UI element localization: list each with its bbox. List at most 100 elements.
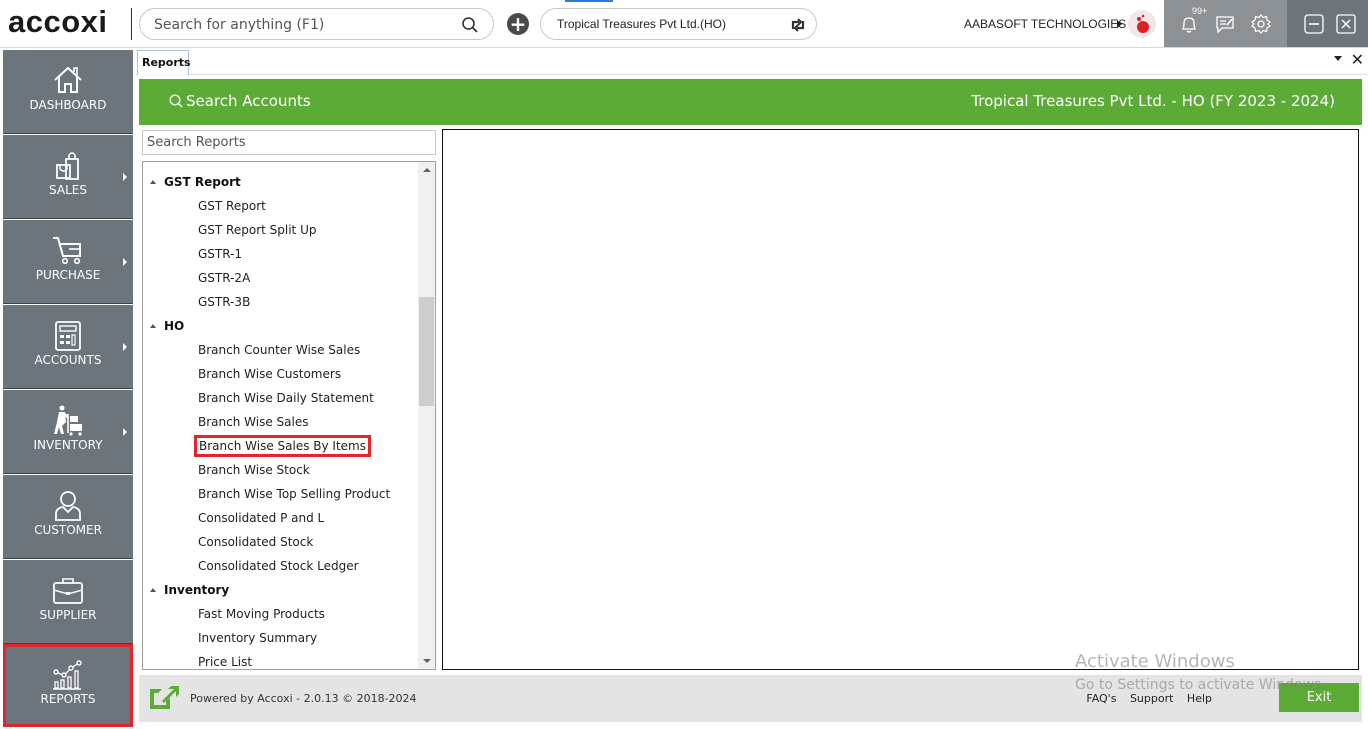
global-search-input[interactable] xyxy=(154,15,454,35)
tree-scrollbar[interactable] xyxy=(418,162,435,669)
list-item[interactable]: GSTR-2A xyxy=(143,266,419,290)
list-item-label: Branch Wise Sales xyxy=(198,415,309,429)
faq-link[interactable]: FAQ's xyxy=(1086,692,1116,705)
report-preview-area xyxy=(442,129,1359,670)
sidebar-item-dashboard[interactable]: DASHBOARD xyxy=(3,50,133,134)
list-item-label: GSTR-2A xyxy=(198,271,251,285)
search-reports-field[interactable] xyxy=(142,130,436,155)
sidebar-item-reports[interactable]: REPORTS xyxy=(3,644,133,727)
reports-tree-list: GST Report GST Report GST Report Split U… xyxy=(143,170,419,669)
scroll-down-icon[interactable] xyxy=(423,659,431,663)
list-item[interactable]: Branch Wise Top Selling Product xyxy=(143,482,419,506)
tab-bar: Reports xyxy=(136,48,1368,75)
list-item-label: Branch Wise Customers xyxy=(198,367,342,381)
list-item-label: Branch Wise Daily Statement xyxy=(198,391,374,405)
list-item[interactable]: Inventory Summary xyxy=(143,626,419,650)
list-item-label: Price List xyxy=(198,655,253,669)
logo-divider xyxy=(131,8,132,40)
sidebar-item-label: REPORTS xyxy=(40,692,96,706)
sidebar-item-label: DASHBOARD xyxy=(29,98,107,112)
global-search[interactable] xyxy=(139,8,494,40)
tree-group-ho[interactable]: HO xyxy=(143,314,419,338)
cart-icon xyxy=(53,237,81,265)
list-item-label: Fast Moving Products xyxy=(198,607,325,621)
collapse-caret-icon[interactable] xyxy=(150,180,156,184)
search-reports-input[interactable] xyxy=(143,131,435,154)
list-item[interactable]: Price List xyxy=(143,650,419,669)
windows-activation-hint: Go to Settings to activate Windows. xyxy=(1075,677,1326,693)
organization-name[interactable]: AABASOFT TECHNOLOGIES xyxy=(964,17,1126,31)
powered-by-text: Powered by Accoxi - 2.0.13 © 2018-2024 xyxy=(190,692,417,705)
search-icon xyxy=(169,94,183,108)
search-accounts-button[interactable]: Search Accounts xyxy=(169,92,311,110)
bell-icon[interactable] xyxy=(1178,13,1200,35)
list-item[interactable]: Branch Wise Customers xyxy=(143,362,419,386)
reports-panel: GST Report GST Report GST Report Split U… xyxy=(139,125,439,671)
list-item-label: Inventory Summary xyxy=(198,631,318,645)
list-item-label: Branch Wise Sales By Items xyxy=(194,435,371,457)
message-icon[interactable] xyxy=(1214,13,1236,35)
list-item[interactable]: Branch Wise Stock xyxy=(143,458,419,482)
close-icon[interactable] xyxy=(1335,13,1357,35)
inventory-worker-icon xyxy=(54,405,82,436)
list-item[interactable]: GSTR-3B xyxy=(143,290,419,314)
submenu-caret-icon xyxy=(123,258,127,266)
list-item-highlighted[interactable]: Branch Wise Sales By Items xyxy=(143,434,419,458)
calculator-icon xyxy=(55,321,81,351)
chart-icon xyxy=(53,660,82,690)
list-item[interactable]: GST Report Split Up xyxy=(143,218,419,242)
collapse-caret-icon[interactable] xyxy=(150,588,156,592)
list-item-label: Branch Wise Stock xyxy=(198,463,310,477)
tab-dropdown-icon[interactable] xyxy=(1334,56,1342,61)
group-label: HO xyxy=(164,319,185,333)
scroll-thumb[interactable] xyxy=(419,297,434,406)
list-item-label: GSTR-3B xyxy=(198,295,251,309)
list-item[interactable]: Branch Counter Wise Sales xyxy=(143,338,419,362)
list-item[interactable]: Branch Wise Daily Statement xyxy=(143,386,419,410)
sidebar-item-inventory[interactable]: INVENTORY xyxy=(3,390,133,474)
collapse-caret-icon[interactable] xyxy=(150,324,156,328)
avatar[interactable] xyxy=(1128,10,1156,38)
submenu-caret-icon xyxy=(123,343,127,351)
company-selector[interactable]: Tropical Treasures Pvt Ltd.(HO) xyxy=(540,8,817,40)
list-item-label: Branch Wise Top Selling Product xyxy=(198,487,391,501)
search-icon[interactable] xyxy=(461,16,479,34)
sidebar-item-accounts[interactable]: ACCOUNTS xyxy=(3,305,133,389)
search-accounts-label: Search Accounts xyxy=(186,92,311,110)
sidebar-item-label: ACCOUNTS xyxy=(34,353,102,367)
briefcase-icon xyxy=(53,578,83,604)
list-item[interactable]: Consolidated P and L xyxy=(143,506,419,530)
help-link[interactable]: Help xyxy=(1187,692,1212,705)
submenu-caret-icon xyxy=(123,173,127,181)
gear-icon[interactable] xyxy=(1250,13,1272,35)
tree-group-gst-report[interactable]: GST Report xyxy=(143,170,419,194)
sidebar-item-customer[interactable]: CUSTOMER xyxy=(3,475,133,559)
active-indicator xyxy=(565,0,613,2)
support-link[interactable]: Support xyxy=(1130,692,1173,705)
sidebar-item-purchase[interactable]: PURCHASE xyxy=(3,220,133,304)
notification-badge: 99+ xyxy=(1192,6,1208,16)
tab-reports[interactable]: Reports xyxy=(137,50,191,75)
minimize-icon[interactable] xyxy=(1303,13,1325,35)
scroll-up-icon[interactable] xyxy=(423,168,431,172)
list-item-label: Consolidated Stock Ledger xyxy=(198,559,359,573)
organization-caret-icon[interactable] xyxy=(1117,20,1122,28)
sidebar: DASHBOARD SALES PURCHASE ACCOUNTS INVENT… xyxy=(0,48,136,729)
group-label: Inventory xyxy=(164,583,230,597)
tree-group-inventory[interactable]: Inventory xyxy=(143,578,419,602)
reports-tree: GST Report GST Report GST Report Split U… xyxy=(142,161,436,670)
list-item[interactable]: GST Report xyxy=(143,194,419,218)
sidebar-item-supplier[interactable]: SUPPLIER xyxy=(3,560,133,644)
refresh-icon[interactable] xyxy=(788,15,808,35)
accoxi-footer-logo-icon xyxy=(150,686,179,709)
add-icon[interactable]: + xyxy=(507,13,529,35)
list-item-label: GST Report xyxy=(198,199,266,213)
reports-header: Search Accounts Tropical Treasures Pvt L… xyxy=(139,79,1362,125)
list-item[interactable]: Consolidated Stock xyxy=(143,530,419,554)
tab-close-icon[interactable]: ✕ xyxy=(1351,50,1364,69)
list-item[interactable]: GSTR-1 xyxy=(143,242,419,266)
list-item[interactable]: Fast Moving Products xyxy=(143,602,419,626)
list-item[interactable]: Branch Wise Sales xyxy=(143,410,419,434)
list-item[interactable]: Consolidated Stock Ledger xyxy=(143,554,419,578)
sidebar-item-sales[interactable]: SALES xyxy=(3,135,133,219)
